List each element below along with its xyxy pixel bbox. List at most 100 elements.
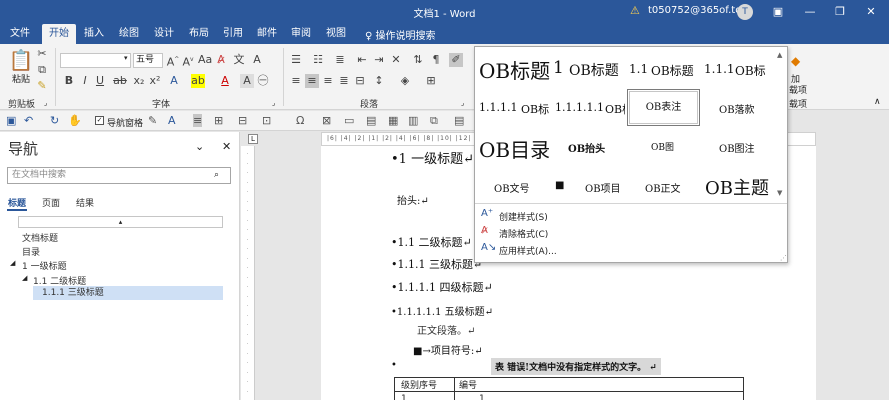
bullets-icon[interactable]: ☰ <box>289 53 303 67</box>
addin-label[interactable]: 载项 <box>789 83 807 96</box>
customize-qat-icon[interactable]: ▤ <box>454 114 464 127</box>
shrink-font-icon[interactable]: Av <box>181 53 195 69</box>
tab-selector-icon[interactable]: L <box>248 134 258 144</box>
tell-me-search[interactable]: ♀ 操作说明搜索 <box>365 27 436 42</box>
nav-scroll-handle[interactable]: ▴ <box>18 216 223 228</box>
chinese-layout-icon[interactable]: ✕ <box>389 53 403 67</box>
textbox-icon[interactable]: ▤ <box>366 114 376 127</box>
picture-icon[interactable]: ▦ <box>388 114 398 127</box>
font-size-combo[interactable]: 五号 <box>133 53 163 68</box>
multilevel-list-icon[interactable]: ≣ <box>333 53 347 67</box>
table-caption[interactable]: 表 错误!文档中没有指定样式的文字。 ↵ <box>491 358 661 375</box>
shading-icon[interactable]: ◈ <box>398 74 412 88</box>
increase-indent-icon[interactable]: ⇥ <box>372 53 386 67</box>
style-item[interactable]: OB文号 <box>494 180 530 195</box>
nav-tab-headings[interactable]: 标题 <box>8 196 26 209</box>
style-item[interactable]: OB抬头 <box>568 140 605 155</box>
format-icon[interactable]: ⊠ <box>322 114 331 127</box>
chevron-down-icon[interactable]: ▾ <box>124 54 128 62</box>
text-effects-icon[interactable]: A <box>168 114 176 127</box>
tab-mailings[interactable]: 邮件 <box>251 24 283 44</box>
link-icon[interactable]: ⧉ <box>430 114 438 128</box>
gallery-scroll-down-icon[interactable]: ▼ <box>777 189 782 197</box>
bullet-paragraph[interactable]: ■→项目符号:↵ <box>413 342 483 357</box>
chart-icon[interactable]: ▥ <box>408 114 418 127</box>
style-item[interactable]: OB正文 <box>645 180 681 195</box>
style-item[interactable]: OB标 <box>605 101 625 117</box>
nav-heading-item[interactable]: 目录 <box>22 245 40 258</box>
style-item[interactable]: OB项目 <box>585 180 621 195</box>
tab-review[interactable]: 审阅 <box>285 24 317 44</box>
style-item[interactable]: OB标题 <box>569 60 619 80</box>
style-item[interactable]: 1.1 <box>629 62 648 76</box>
document-table[interactable]: 级别序号 编号 1 1 <box>394 377 744 400</box>
search-icon[interactable]: ⌕ <box>214 170 219 180</box>
style-item[interactable]: OB图 <box>651 140 674 153</box>
dialog-launcher-icon[interactable]: ⌟ <box>44 99 47 107</box>
style-item[interactable]: OB主题 <box>705 174 769 200</box>
highlight-icon[interactable]: ab <box>191 74 205 88</box>
nav-tab-pages[interactable]: 页面 <box>42 196 60 209</box>
cut-icon[interactable]: ✂ <box>35 47 49 61</box>
align-left-icon[interactable]: ≡ <box>289 74 303 88</box>
restore-icon[interactable]: ❐ <box>830 3 850 21</box>
enclose-characters-icon[interactable]: ㊀ <box>256 74 270 88</box>
borders-icon[interactable]: ⊞ <box>424 74 438 88</box>
apply-style-command[interactable]: 应用样式(A)... <box>499 244 557 257</box>
style-item[interactable]: 1.1.1 <box>704 62 735 76</box>
table-cell[interactable]: 1 <box>454 391 744 400</box>
style-item[interactable]: 1.1.1.1 <box>479 101 517 114</box>
numbering-icon[interactable]: ☷ <box>311 53 325 67</box>
body-paragraph[interactable]: 正文段落。↵ <box>417 322 475 337</box>
tab-design[interactable]: 设计 <box>148 24 180 44</box>
style-item[interactable]: OB目录 <box>479 134 551 163</box>
avatar[interactable]: T <box>737 4 753 20</box>
font-name-combo[interactable] <box>60 53 131 68</box>
align-right-icon[interactable]: ≡ <box>321 74 335 88</box>
columns-icon[interactable]: ⊟ <box>238 114 247 127</box>
table-icon[interactable]: ⊞ <box>214 114 223 127</box>
tab-layout[interactable]: 布局 <box>183 24 215 44</box>
align-center-icon[interactable]: ≡ <box>305 74 319 88</box>
gallery-scroll-up-icon[interactable]: ▲ <box>777 51 782 59</box>
nav-heading-item[interactable]: 文档标题 <box>22 231 58 244</box>
subscript-icon[interactable]: x₂ <box>132 74 146 88</box>
style-item[interactable]: OB落款 <box>719 101 755 116</box>
tab-references[interactable]: 引用 <box>217 24 249 44</box>
underline-icon[interactable]: U <box>93 74 107 88</box>
table-cell[interactable]: 1 <box>394 391 455 400</box>
warning-icon[interactable]: ⚠ <box>630 4 640 17</box>
style-item-selected[interactable]: OB表注 <box>627 89 700 126</box>
show-marks-icon[interactable]: ¶ <box>429 53 443 67</box>
save-icon[interactable]: ▣ <box>6 114 16 127</box>
style-item[interactable]: OB标 <box>735 62 773 79</box>
tab-file[interactable]: 文件 <box>4 24 36 44</box>
tab-view[interactable]: 视图 <box>320 24 352 44</box>
heading-2[interactable]: •1.1 二级标题↵ <box>391 234 472 250</box>
redo-icon[interactable]: ↻ <box>50 114 59 127</box>
character-border-icon[interactable]: A <box>250 53 264 67</box>
collapse-triangle-icon[interactable]: ◢ <box>10 259 15 267</box>
strikethrough-icon[interactable]: ab <box>113 74 127 88</box>
paste-button[interactable]: 📋 粘贴 <box>8 48 34 92</box>
nav-pane-checkbox[interactable]: ✓ <box>95 116 104 125</box>
style-item[interactable]: OB标题 <box>651 62 694 79</box>
minimize-icon[interactable]: — <box>800 3 820 21</box>
align-center-icon[interactable]: ≡ <box>193 114 203 127</box>
nav-heading-item[interactable]: 1 一级标题 <box>22 259 67 272</box>
sort-icon[interactable]: ⇅ <box>411 53 425 67</box>
vertical-ruler[interactable]: · · · · · · · · · · · · · · · · · · · · · · · · · · <box>241 146 255 400</box>
page-break-icon[interactable]: ⊡ <box>262 114 271 127</box>
font-color-icon[interactable]: A <box>218 74 232 88</box>
styles-pane-toggle-icon[interactable]: ✐ <box>449 53 463 67</box>
table-header-cell[interactable]: 级别序号 <box>394 377 455 392</box>
bold-icon[interactable]: B <box>62 74 76 88</box>
empty-bullet[interactable]: • <box>391 360 397 371</box>
style-item[interactable]: OB图注 <box>719 140 755 155</box>
line-spacing-icon[interactable]: ↕ <box>372 74 386 88</box>
tab-home[interactable]: 开始 <box>42 24 76 44</box>
justify-icon[interactable]: ≣ <box>337 74 351 88</box>
nav-tab-results[interactable]: 结果 <box>76 196 94 209</box>
omega-icon[interactable]: Ω <box>296 114 304 127</box>
heading-3[interactable]: •1.1.1 三级标题↵ <box>391 256 482 272</box>
